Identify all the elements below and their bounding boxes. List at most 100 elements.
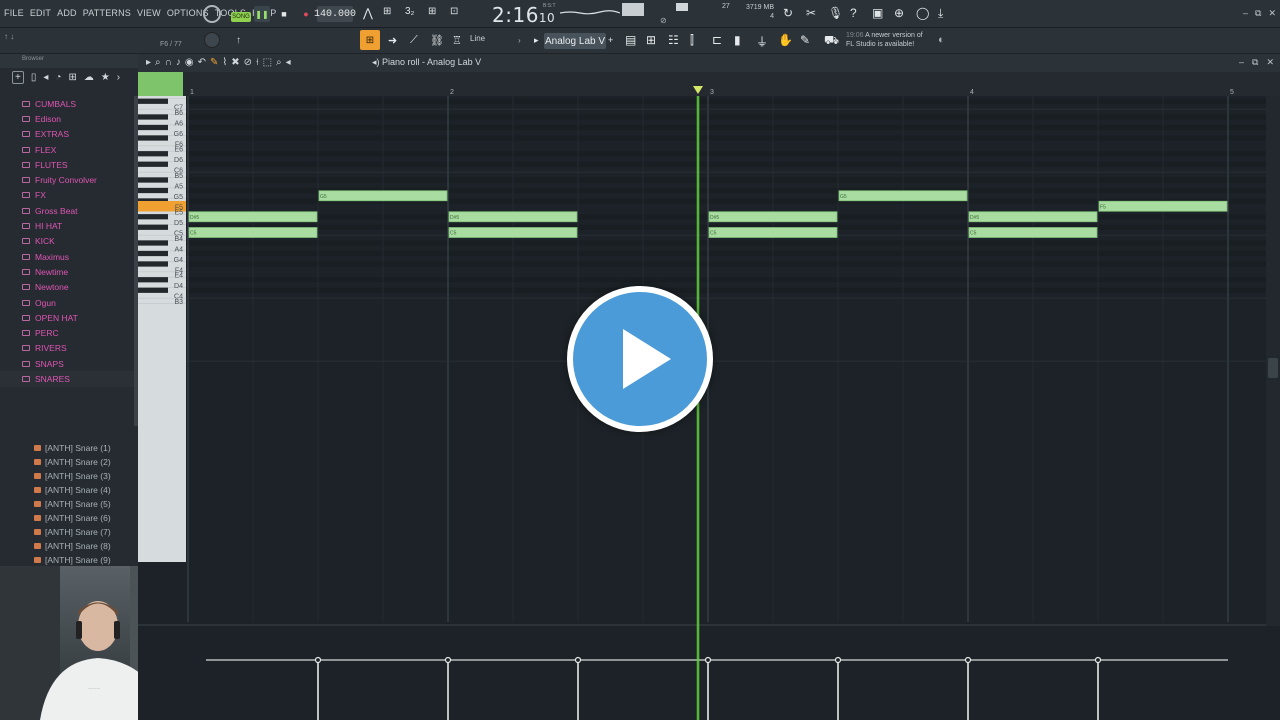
- folder-item[interactable]: Ogun: [0, 295, 138, 310]
- pr-undo-icon[interactable]: ↶: [198, 57, 206, 68]
- download-icon[interactable]: ⤓: [938, 6, 943, 21]
- menu-view[interactable]: VIEW: [137, 8, 161, 18]
- scrollbar-thumb[interactable]: [1268, 358, 1278, 378]
- pr-pencil-icon[interactable]: ✎: [210, 57, 218, 68]
- menu-patterns[interactable]: PATTERNS: [83, 8, 131, 18]
- black-key[interactable]: [138, 177, 168, 183]
- loop-record-icon[interactable]: ⊡: [450, 6, 458, 17]
- mixer-icon[interactable]: ⊕: [894, 6, 904, 20]
- cut-icon[interactable]: ✂: [806, 6, 816, 20]
- black-key[interactable]: [138, 151, 168, 157]
- brush-icon[interactable]: ⟋: [410, 34, 418, 47]
- file-item[interactable]: [ANTH] Snare (3): [0, 469, 138, 483]
- chat-icon[interactable]: ◯: [916, 6, 929, 20]
- step-edit-icon[interactable]: ⊞: [428, 6, 436, 17]
- undo-history-icon[interactable]: ↻: [783, 6, 793, 20]
- piano-roll-tool-icon[interactable]: ⊞: [360, 30, 380, 50]
- minimize-icon[interactable]: –: [1243, 8, 1248, 19]
- master-pitch-knob-icon[interactable]: [203, 5, 221, 23]
- pr-paint-icon[interactable]: ⌇: [222, 57, 227, 68]
- restore-icon[interactable]: ⧉: [1255, 8, 1261, 19]
- black-key[interactable]: [138, 224, 168, 230]
- browser-star-icon[interactable]: ★: [101, 72, 110, 83]
- update-notification[interactable]: 19:06 A newer version of FL Studio is av…: [846, 31, 923, 49]
- midi-note[interactable]: [1098, 200, 1228, 212]
- folder-item[interactable]: FX: [0, 188, 138, 203]
- globe-icon[interactable]: ◐: [938, 34, 945, 46]
- black-key[interactable]: [138, 277, 168, 283]
- video-play-button[interactable]: [567, 286, 713, 432]
- pr-playback-icon[interactable]: ◂: [286, 57, 291, 68]
- velocity-handle[interactable]: [314, 656, 322, 664]
- file-item[interactable]: [ANTH] Snare (5): [0, 497, 138, 511]
- snap-dropdown-icon[interactable]: ›: [518, 36, 521, 45]
- pr-snap-icon[interactable]: ⌕: [155, 57, 161, 68]
- countdown-icon[interactable]: 3₂: [405, 6, 414, 17]
- midi-note[interactable]: [188, 211, 318, 223]
- velocity-handle[interactable]: [834, 656, 842, 664]
- midi-note[interactable]: [968, 211, 1098, 223]
- pr-zoom-icon[interactable]: ⌕: [276, 57, 282, 68]
- pr-magnet-icon[interactable]: ∩: [165, 57, 172, 68]
- black-key[interactable]: [138, 187, 168, 194]
- stop-icon[interactable]: ■: [276, 6, 292, 22]
- file-item[interactable]: [ANTH] Snare (6): [0, 511, 138, 525]
- pause-icon[interactable]: ❚❚: [254, 6, 270, 22]
- link-chain-icon[interactable]: ⛓: [430, 34, 444, 47]
- midi-note[interactable]: [448, 211, 578, 223]
- menu-edit[interactable]: EDIT: [30, 8, 51, 18]
- browser-grid-icon[interactable]: ⊞: [68, 72, 76, 83]
- arrow-right-icon[interactable]: ➜: [388, 34, 397, 47]
- black-key[interactable]: [138, 114, 168, 120]
- folder-item[interactable]: KICK: [0, 234, 138, 249]
- folder-item[interactable]: SNARES: [0, 371, 138, 387]
- pr-minimize-icon[interactable]: –: [1239, 57, 1244, 68]
- folder-item[interactable]: PERC: [0, 325, 138, 340]
- file-item[interactable]: [ANTH] Snare (1): [0, 441, 138, 455]
- midi-note[interactable]: [708, 227, 838, 238]
- microphone-icon[interactable]: 🎙: [828, 6, 843, 20]
- folder-item[interactable]: HI HAT: [0, 218, 138, 233]
- folder-item[interactable]: RIVERS: [0, 341, 138, 356]
- song-mode-toggle[interactable]: SONG: [231, 12, 251, 22]
- black-key[interactable]: [138, 240, 168, 246]
- velocity-handle[interactable]: [1094, 656, 1102, 664]
- pr-restore-icon[interactable]: ⧉: [1252, 57, 1258, 68]
- midi-note[interactable]: [318, 190, 448, 202]
- file-item[interactable]: [ANTH] Snare (4): [0, 483, 138, 497]
- pr-menu-arrow-icon[interactable]: ▸: [146, 57, 151, 68]
- browser-more-icon[interactable]: ›: [117, 72, 120, 83]
- black-key[interactable]: [138, 98, 168, 104]
- pattern-number[interactable]: F6 / 77: [160, 41, 182, 48]
- file-item[interactable]: [ANTH] Snare (8): [0, 539, 138, 553]
- browser-cloud-icon[interactable]: ☁: [84, 72, 94, 83]
- pr-mute-icon[interactable]: ⊘: [244, 57, 252, 68]
- metronome-icon[interactable]: ⋀: [363, 6, 373, 20]
- speaker-icon[interactable]: ◂): [372, 57, 380, 67]
- wait-input-icon[interactable]: ⊞: [383, 6, 391, 17]
- folder-item[interactable]: FLUTES: [0, 157, 138, 172]
- master-volume-knob[interactable]: [204, 32, 220, 48]
- channel-rack-icon[interactable]: ☷: [668, 33, 679, 47]
- close-icon[interactable]: ✕: [1268, 8, 1276, 19]
- velocity-handle[interactable]: [574, 656, 582, 664]
- record-icon[interactable]: ●: [298, 6, 314, 22]
- vertical-scrollbar[interactable]: [1266, 96, 1280, 626]
- black-key[interactable]: [138, 250, 168, 257]
- wrench-icon[interactable]: ✎: [800, 33, 810, 47]
- folder-item[interactable]: FLEX: [0, 142, 138, 157]
- pitch-icon[interactable]: ↑: [236, 35, 241, 46]
- snap-mode[interactable]: Line: [470, 34, 485, 43]
- pr-delete-icon[interactable]: ✖: [231, 57, 239, 68]
- midi-note[interactable]: [448, 227, 578, 238]
- browser-back-icon[interactable]: ◂: [43, 72, 48, 83]
- folder-item[interactable]: EXTRAS: [0, 127, 138, 142]
- black-key[interactable]: [138, 135, 168, 141]
- play-arrow-icon[interactable]: ▸: [534, 35, 539, 46]
- add-icon[interactable]: +: [608, 35, 613, 45]
- file-item[interactable]: [ANTH] Snare (2): [0, 455, 138, 469]
- plugin-icon[interactable]: ⏚: [756, 33, 768, 50]
- black-key[interactable]: [138, 261, 168, 267]
- cart-icon[interactable]: ⛟: [824, 33, 839, 49]
- pr-stop-icon[interactable]: ◉: [185, 57, 194, 68]
